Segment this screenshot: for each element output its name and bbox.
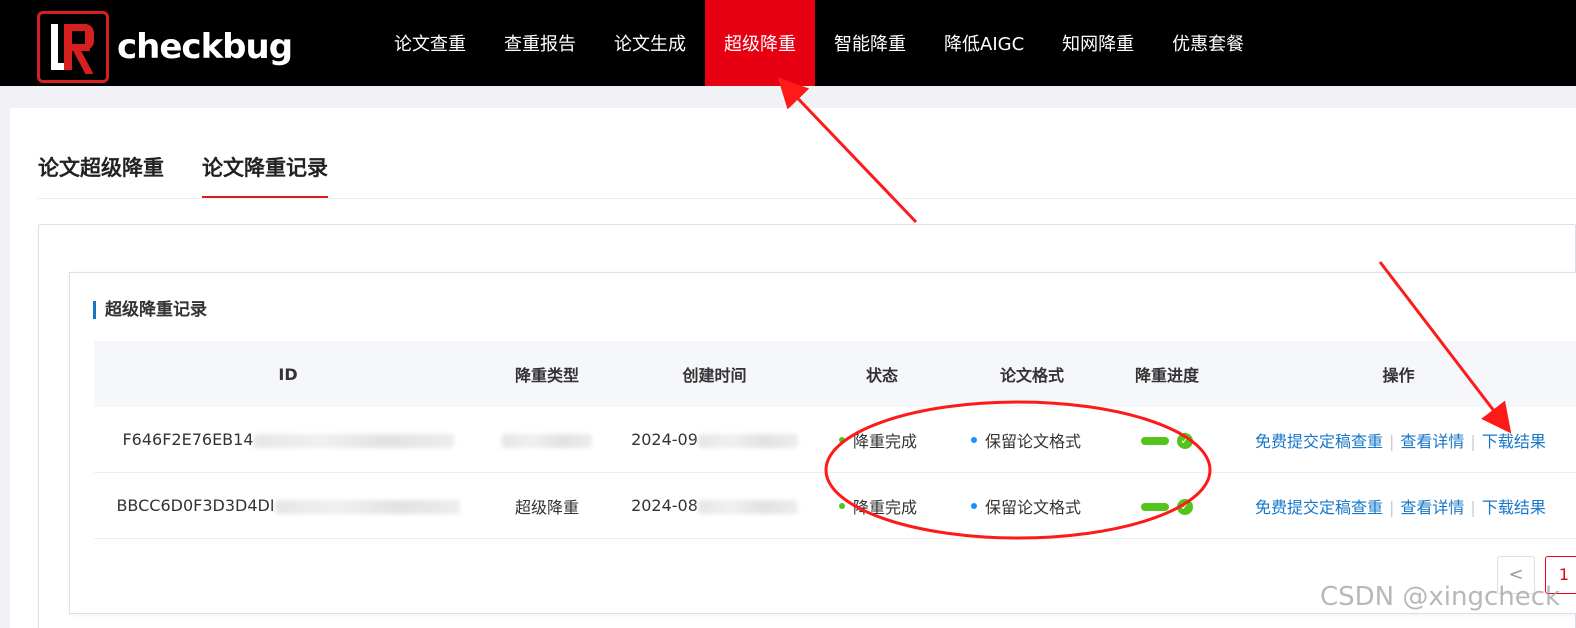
- record-status: 降重完成: [817, 494, 947, 518]
- check-icon: ✓: [1177, 499, 1193, 515]
- watermark-text: CSDN @xingcheck: [1320, 582, 1561, 612]
- redacted-blur: [697, 433, 798, 448]
- free-final-check-link[interactable]: 免费提交定稿查重: [1255, 498, 1383, 517]
- record-ops: 免费提交定稿查重 | 查看详情 | 下载结果: [1217, 428, 1576, 452]
- nav-item-jiangdi-aigc[interactable]: 降低AIGC: [925, 0, 1043, 86]
- records-table: ID 降重类型 创建时间 状态 论文格式 降重进度 操作 F646F2E76EB…: [94, 341, 1576, 539]
- col-header-progress: 降重进度: [1134, 366, 1199, 385]
- col-header-type: 降重类型: [514, 366, 579, 385]
- nav-item-lunwen-chachong[interactable]: 论文查重: [375, 0, 485, 86]
- page-tabs: 论文超级降重 论文降重记录: [38, 152, 366, 198]
- record-type: [482, 430, 612, 449]
- view-details-link[interactable]: 查看详情: [1400, 432, 1464, 451]
- status-text: 降重完成: [853, 497, 918, 517]
- format-dot-icon: [971, 437, 977, 443]
- nav-item-chachong-baogao[interactable]: 查重报告: [485, 0, 595, 86]
- free-final-check-link[interactable]: 免费提交定稿查重: [1255, 432, 1383, 451]
- nav-item-lunwen-shengcheng[interactable]: 论文生成: [595, 0, 705, 86]
- download-result-link[interactable]: 下载结果: [1482, 432, 1546, 451]
- tabs-divider: [38, 198, 1576, 199]
- records-outer-card: 超级降重记录 ID 降重类型 创建时间 状态 论文格式 降重进度 操作 F646…: [38, 224, 1576, 628]
- record-time-text: 2024-08: [631, 496, 698, 515]
- record-id-text: BBCC6D0F3D3D4DI: [116, 496, 275, 515]
- table-header: ID 降重类型 创建时间 状态 论文格式 降重进度 操作: [94, 341, 1576, 407]
- nav-item-zhineng-jiangchong[interactable]: 智能降重: [815, 0, 925, 86]
- status-dot-icon: [839, 437, 845, 443]
- brand-logo[interactable]: checkbug: [37, 11, 293, 83]
- table-row: BBCC6D0F3D3D4DI 超级降重 2024-08 降重完成 保留论文格式: [94, 473, 1576, 539]
- view-details-link[interactable]: 查看详情: [1400, 498, 1464, 517]
- download-result-link[interactable]: 下载结果: [1482, 498, 1546, 517]
- redacted-blur: [274, 499, 460, 514]
- table-row: F646F2E76EB14 2024-09 降重完成 保留论文格式 ✓ 免费提交…: [94, 407, 1576, 473]
- record-time-text: 2024-09: [631, 430, 698, 449]
- col-header-id: ID: [278, 364, 298, 384]
- nav-item-chaoji-jiangchong[interactable]: 超级降重: [705, 0, 815, 86]
- progress-bar: [1141, 503, 1169, 511]
- top-navbar: checkbug 论文查重 查重报告 论文生成 超级降重 智能降重 降低AIGC…: [0, 0, 1576, 86]
- records-card: 超级降重记录 ID 降重类型 创建时间 状态 论文格式 降重进度 操作 F646…: [69, 272, 1576, 614]
- progress-bar: [1141, 437, 1169, 445]
- record-format: 保留论文格式: [947, 428, 1117, 452]
- record-id: F646F2E76EB14: [94, 430, 482, 449]
- redacted-blur: [697, 499, 798, 514]
- record-time: 2024-08: [612, 496, 817, 515]
- record-id: BBCC6D0F3D3D4DI: [94, 496, 482, 515]
- separator: |: [1470, 431, 1476, 451]
- format-text: 保留论文格式: [985, 497, 1082, 517]
- redacted-blur: [253, 433, 454, 448]
- logo-mark-icon: [37, 11, 109, 83]
- nav-item-youhui-taocan[interactable]: 优惠套餐: [1153, 0, 1263, 86]
- record-ops: 免费提交定稿查重 | 查看详情 | 下载结果: [1217, 494, 1576, 518]
- status-dot-icon: [839, 503, 845, 509]
- record-type: 超级降重: [482, 494, 612, 518]
- separator: |: [1389, 431, 1395, 451]
- check-icon: ✓: [1177, 433, 1193, 449]
- separator: |: [1470, 497, 1476, 517]
- col-header-time: 创建时间: [682, 366, 747, 385]
- separator: |: [1389, 497, 1395, 517]
- col-header-ops: 操作: [1382, 366, 1415, 385]
- tab-reduce-records[interactable]: 论文降重记录: [202, 152, 328, 198]
- section-title: 超级降重记录: [93, 301, 207, 319]
- col-header-format: 论文格式: [999, 366, 1064, 385]
- record-status: 降重完成: [817, 428, 947, 452]
- nav-item-zhiwang-jiangchong[interactable]: 知网降重: [1043, 0, 1153, 86]
- format-dot-icon: [971, 503, 977, 509]
- record-id-text: F646F2E76EB14: [122, 430, 254, 449]
- redacted-blur: [502, 433, 592, 448]
- col-header-status: 状态: [865, 366, 898, 385]
- content-panel: 论文超级降重 论文降重记录 超级降重记录 ID 降重类型 创建时间 状态 论文格…: [10, 108, 1576, 628]
- record-progress: ✓: [1117, 496, 1217, 515]
- record-progress: ✓: [1117, 430, 1217, 449]
- record-format: 保留论文格式: [947, 494, 1117, 518]
- record-type-text: 超级降重: [514, 497, 579, 517]
- status-text: 降重完成: [853, 431, 918, 451]
- format-text: 保留论文格式: [985, 431, 1082, 451]
- tab-super-reduce[interactable]: 论文超级降重: [38, 152, 164, 198]
- main-nav: 论文查重 查重报告 论文生成 超级降重 智能降重 降低AIGC 知网降重 优惠套…: [375, 0, 1263, 86]
- brand-name: checkbug: [117, 27, 293, 67]
- record-time: 2024-09: [612, 430, 817, 449]
